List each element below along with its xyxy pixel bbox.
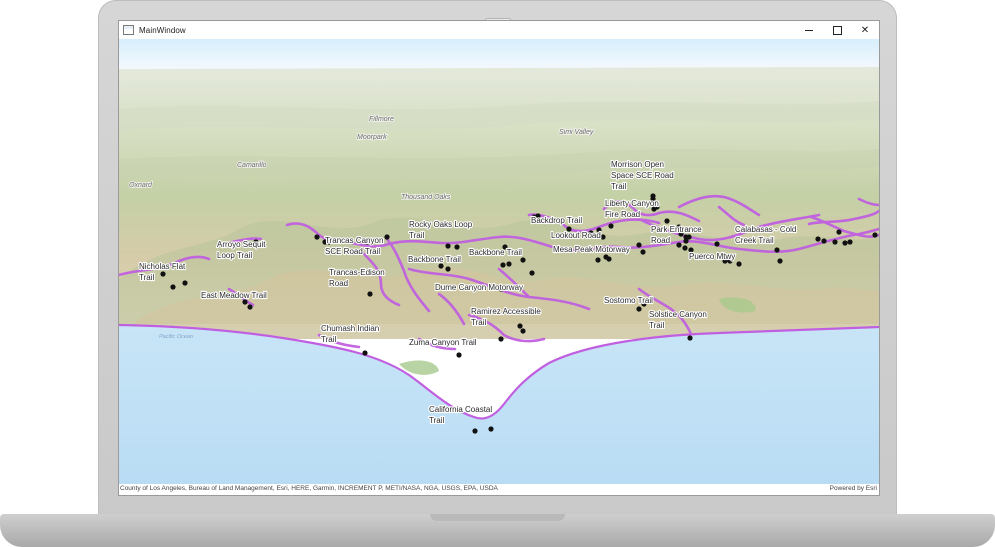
trail-label-lookout[interactable]: Lookout Road [550,230,602,241]
attribution-text: County of Los Angeles, Bureau of Land Ma… [120,485,498,492]
trail-label-backbone-2[interactable]: Backbone Trail [468,247,523,258]
sky [119,39,879,69]
minimize-icon [805,29,813,31]
trail-label-mesa-peak[interactable]: Mesa Peak Motorway [552,244,631,255]
ocean [119,325,879,484]
app-icon [123,25,134,35]
town-label: Moorpark [357,134,387,141]
minimize-button[interactable] [795,21,823,39]
ocean-label: Pacific Ocean [159,334,193,340]
town-label: Oxnard [129,182,153,189]
scene-canvas[interactable]: Fillmore Moorpark Simi Valley Thousand O… [119,39,879,484]
town-label: Thousand Oaks [401,194,451,201]
close-button[interactable]: ✕ [851,21,879,39]
trail-label-east-meadow[interactable]: East Meadow Trail [200,290,268,301]
maximize-button[interactable] [823,21,851,39]
trail-label-backdrop[interactable]: Backdrop Trail [530,215,584,226]
trail-label-backbone-1[interactable]: Backbone Trail [407,254,462,265]
scene-view[interactable]: Fillmore Moorpark Simi Valley Thousand O… [119,39,879,484]
laptop-base-notch [430,514,565,521]
powered-by-esri[interactable]: Powered by Esri [830,485,877,492]
app-window: MainWindow ✕ Fillmore Moorpark Simi Vall… [118,20,880,496]
trail-label-dume-canyon[interactable]: Dume Canyon Motorway [434,282,524,293]
town-label: Fillmore [369,116,394,123]
town-label: Camarillo [237,162,267,169]
title-bar[interactable]: MainWindow ✕ [119,21,879,39]
trail-label-zuma-canyon[interactable]: Zuma Canyon Trail [408,337,478,348]
town-label: Simi Valley [559,129,594,136]
attribution-bar: County of Los Angeles, Bureau of Land Ma… [119,484,879,495]
trail-label-puerco-mtwy[interactable]: Puerco Mtwy [688,251,736,262]
maximize-icon [832,25,842,35]
close-icon: ✕ [860,24,870,36]
trail-label-sostomo[interactable]: Sostomo Trail [603,295,654,306]
window-title: MainWindow [139,25,186,35]
